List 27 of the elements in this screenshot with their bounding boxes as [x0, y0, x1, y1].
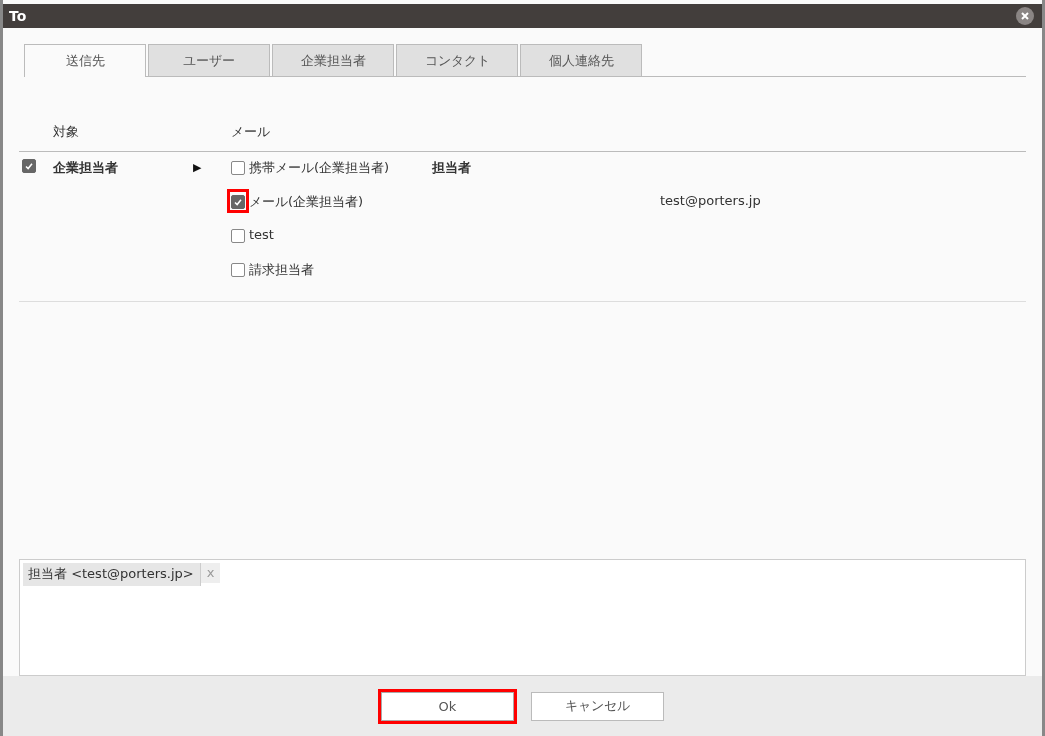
option-label: test — [249, 227, 274, 242]
option-label: メール(企業担当者) — [249, 193, 364, 211]
column-header: メール — [231, 123, 270, 141]
tab[interactable]: ユーザー — [148, 44, 270, 76]
checkbox[interactable] — [231, 229, 245, 243]
checkbox[interactable] — [231, 195, 245, 209]
close-icon — [1020, 11, 1030, 21]
column-header: 対象 — [53, 123, 80, 141]
window-title: To — [9, 8, 27, 24]
option-label: 携帯メール(企業担当者) — [249, 159, 390, 177]
tab[interactable]: 企業担当者 — [272, 44, 394, 76]
checkbox[interactable] — [231, 161, 245, 175]
email-address: test@porters.jp — [660, 193, 761, 208]
tab[interactable]: 送信先 — [24, 44, 146, 77]
checkbox[interactable] — [22, 159, 36, 173]
contact-name: 担当者 — [432, 160, 471, 175]
tab[interactable]: 個人連絡先 — [520, 44, 642, 76]
tab[interactable]: コンタクト — [396, 44, 518, 76]
close-button[interactable] — [1016, 7, 1034, 25]
option-label: 請求担当者 — [249, 261, 314, 279]
expand-arrow[interactable]: ▶ — [193, 161, 202, 174]
ok-button[interactable]: Ok — [381, 691, 514, 721]
recipient-chip: 担当者 <test@porters.jp> — [23, 563, 201, 586]
checkbox[interactable] — [231, 263, 245, 277]
recipient-field[interactable]: 担当者 <test@porters.jp> x — [19, 559, 1026, 676]
target-name: 企業担当者 — [53, 160, 118, 175]
cancel-button[interactable]: キャンセル — [531, 691, 664, 721]
